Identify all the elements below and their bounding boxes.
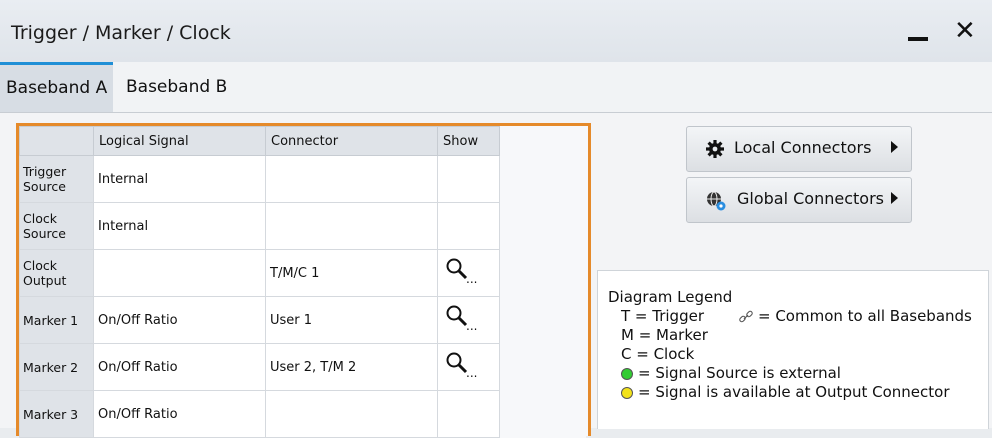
table-row[interactable]: Marker 3 On/Off Ratio xyxy=(19,390,586,438)
tab-baseband-a[interactable]: Baseband A xyxy=(0,62,114,112)
marker-2-show: ... xyxy=(437,343,500,391)
marker-2-signal[interactable]: On/Off Ratio xyxy=(93,343,266,391)
clock-source-connector[interactable] xyxy=(265,202,438,250)
header-connector: Connector xyxy=(265,126,438,156)
tab-baseband-b[interactable]: Baseband B xyxy=(120,62,233,112)
ellipsis-label: ... xyxy=(466,319,478,333)
row-name-trigger-source: Trigger Source xyxy=(19,155,94,203)
diagram-legend: Diagram Legend T = Trigger = Common to a… xyxy=(597,270,989,429)
trigger-source-signal[interactable]: Internal xyxy=(93,155,266,203)
row-filler xyxy=(499,390,586,438)
marker-1-connector[interactable]: User 1 xyxy=(265,296,438,344)
clock-output-connector[interactable]: T/M/C 1 xyxy=(265,249,438,297)
close-button[interactable]: ✕ xyxy=(954,18,976,44)
gear-icon xyxy=(706,140,724,158)
legend-output: = Signal is available at Output Connecto… xyxy=(638,383,950,401)
table-row[interactable]: Clock Output T/M/C 1 ... xyxy=(19,249,586,297)
global-connectors-label: Global Connectors xyxy=(737,189,884,208)
local-connectors-label: Local Connectors xyxy=(734,138,872,157)
clock-source-signal[interactable]: Internal xyxy=(93,202,266,250)
chevron-right-icon xyxy=(891,141,898,153)
marker-1-signal[interactable]: On/Off Ratio xyxy=(93,296,266,344)
header-empty xyxy=(19,126,94,156)
link-icon xyxy=(739,310,753,323)
global-connectors-button[interactable]: Global Connectors xyxy=(686,177,912,223)
yellow-dot-icon xyxy=(621,387,633,399)
clock-output-show: ... xyxy=(437,249,500,297)
globe-gear-icon xyxy=(707,191,726,211)
magnifier-icon xyxy=(446,352,468,374)
header-show: Show xyxy=(437,126,500,156)
row-name-clock-output: Clock Output xyxy=(19,249,94,297)
main-content: Logical Signal Connector Show Trigger So… xyxy=(0,113,992,438)
table-row[interactable]: Marker 1 On/Off Ratio User 1 ... xyxy=(19,296,586,344)
row-name-marker-2: Marker 2 xyxy=(19,343,94,391)
clock-source-show xyxy=(437,202,500,250)
trigger-source-connector[interactable] xyxy=(265,155,438,203)
row-filler xyxy=(499,296,586,344)
marker-1-show: ... xyxy=(437,296,500,344)
magnifier-icon xyxy=(446,258,468,280)
legend-marker: M = Marker xyxy=(621,326,708,344)
legend-clock: C = Clock xyxy=(621,345,695,363)
trigger-marker-clock-dialog: Trigger / Marker / Clock ✕ Baseband A Ba… xyxy=(0,0,992,438)
show-connector-button[interactable]: ... xyxy=(442,258,477,286)
dialog-title: Trigger / Marker / Clock xyxy=(11,22,231,44)
marker-3-show xyxy=(437,390,500,438)
baseband-tabs: Baseband A Baseband B xyxy=(0,62,992,113)
row-filler xyxy=(499,343,586,391)
header-filler xyxy=(499,126,586,156)
signal-table-frame: Logical Signal Connector Show Trigger So… xyxy=(16,123,591,438)
row-name-marker-1: Marker 1 xyxy=(19,296,94,344)
ellipsis-label: ... xyxy=(466,366,478,380)
marker-3-connector[interactable] xyxy=(265,390,438,438)
row-filler xyxy=(499,202,586,250)
table-header-row: Logical Signal Connector Show xyxy=(19,126,586,156)
signal-table: Logical Signal Connector Show Trigger So… xyxy=(19,126,586,438)
magnifier-icon xyxy=(446,305,468,327)
header-logical-signal: Logical Signal xyxy=(93,126,266,156)
minimize-button[interactable] xyxy=(908,27,928,41)
trigger-source-show xyxy=(437,155,500,203)
clock-output-signal[interactable] xyxy=(93,249,266,297)
row-name-marker-3: Marker 3 xyxy=(19,390,94,438)
marker-2-connector[interactable]: User 2, T/M 2 xyxy=(265,343,438,391)
table-row[interactable]: Trigger Source Internal xyxy=(19,155,586,203)
row-name-clock-source: Clock Source xyxy=(19,202,94,250)
table-row[interactable]: Clock Source Internal xyxy=(19,202,586,250)
row-filler xyxy=(499,249,586,297)
green-dot-icon xyxy=(621,368,633,380)
marker-3-signal[interactable]: On/Off Ratio xyxy=(93,390,266,438)
show-connector-button[interactable]: ... xyxy=(442,352,477,380)
table-row[interactable]: Marker 2 On/Off Ratio User 2, T/M 2 ... xyxy=(19,343,586,391)
local-connectors-button[interactable]: Local Connectors xyxy=(686,126,912,172)
legend-external: = Signal Source is external xyxy=(638,364,841,382)
legend-trigger: T = Trigger xyxy=(621,307,704,325)
show-connector-button[interactable]: ... xyxy=(442,305,477,333)
chevron-right-icon xyxy=(891,192,898,204)
ellipsis-label: ... xyxy=(466,272,478,286)
title-bar: Trigger / Marker / Clock ✕ xyxy=(0,0,992,63)
row-filler xyxy=(499,155,586,203)
legend-common: = Common to all Basebands xyxy=(758,307,972,325)
legend-title: Diagram Legend xyxy=(608,288,733,306)
